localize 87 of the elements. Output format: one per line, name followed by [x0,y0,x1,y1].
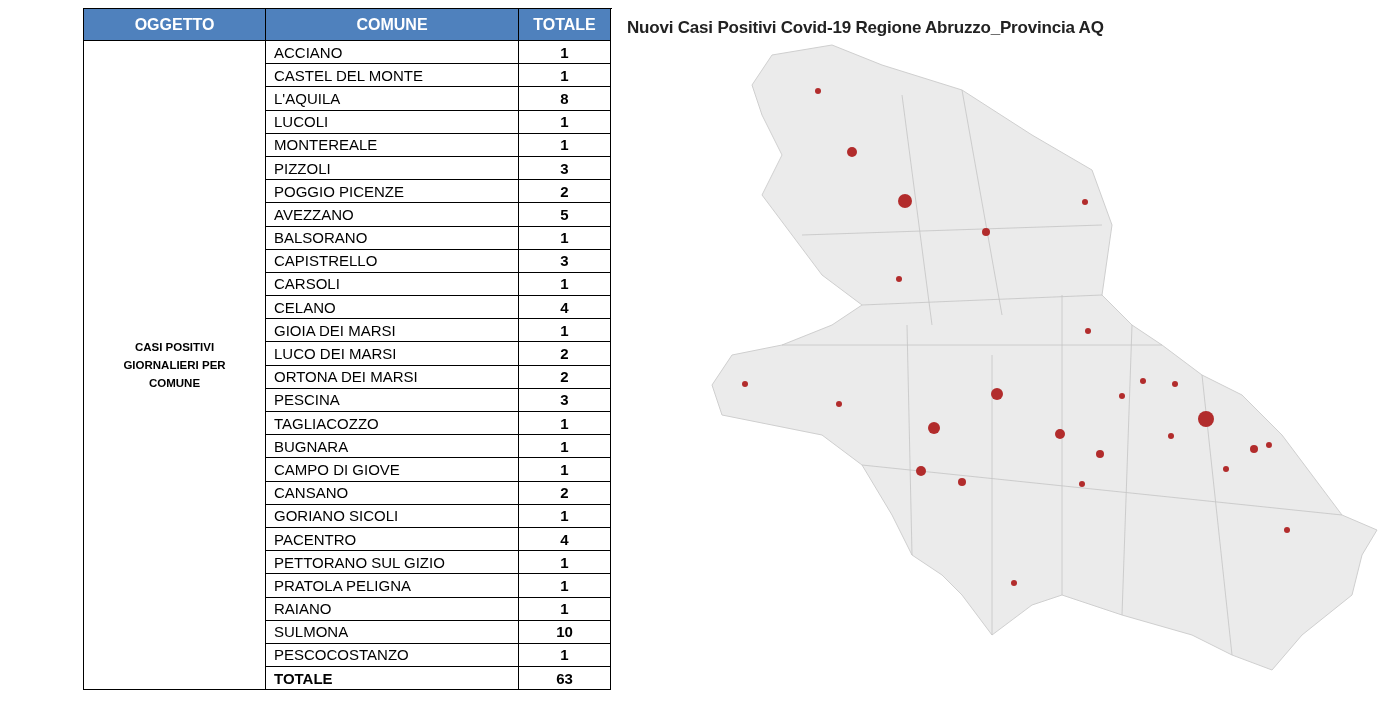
table-cell: 1 [519,226,611,250]
table-cell: LUCOLI [266,110,519,134]
table-cell: TOTALE [266,667,519,691]
case-marker [1223,466,1229,472]
table-cell: 1 [519,597,611,621]
table-cell: 2 [519,180,611,204]
column-header: COMUNE [266,9,519,41]
table-cell: PIZZOLI [266,156,519,181]
table-cell: CELANO [266,296,519,320]
case-marker [982,228,990,236]
table-cell: POGGIO PICENZE [266,180,519,204]
case-marker [1079,481,1085,487]
case-marker [1085,328,1091,334]
table-cell: 10 [519,620,611,644]
table-cell: PETTORANO SUL GIZIO [266,551,519,575]
case-marker [742,381,748,387]
case-marker [896,276,902,282]
table-cell: TAGLIACOZZO [266,412,519,436]
table-cell: 2 [519,481,611,505]
table-cell: 63 [519,667,611,691]
table-cell: CAPISTRELLO [266,249,519,273]
table-cell: 1 [519,435,611,459]
case-marker [898,194,912,208]
table-cell: 1 [519,412,611,436]
table-cell: 5 [519,203,611,227]
case-marker [1172,381,1178,387]
table-cell: 2 [519,365,611,389]
table-cell: CARSOLI [266,272,519,297]
table-cell: 1 [519,551,611,575]
table-cell: CASTEL DEL MONTE [266,64,519,88]
case-marker [958,478,966,486]
case-marker [991,388,1003,400]
table-cell: GORIANO SICOLI [266,504,519,528]
table-cell: RAIANO [266,597,519,621]
table-cell: PACENTRO [266,527,519,552]
table-cell: 1 [519,272,611,297]
case-marker [1198,411,1214,427]
table-cell: 1 [519,133,611,157]
table-cell: 3 [519,249,611,273]
table-cell: 3 [519,388,611,412]
table-cell: 2 [519,342,611,366]
table-cell: 1 [519,110,611,134]
case-marker [847,147,857,157]
table-cell: ORTONA DEI MARSI [266,365,519,389]
case-marker [928,422,940,434]
case-marker [1055,429,1065,439]
table-cell: LUCO DEI MARSI [266,342,519,366]
table-cell: BUGNARA [266,435,519,459]
case-marker [1250,445,1258,453]
table-cell: 1 [519,458,611,482]
table-cell: PRATOLA PELIGNA [266,574,519,598]
table-cell: 1 [519,41,611,65]
case-marker [1011,580,1017,586]
table-cell: 8 [519,87,611,111]
case-marker [1284,527,1290,533]
subject-label: CASI POSITIVI GIORNALIERI PER COMUNE [122,339,227,392]
case-marker [1266,442,1272,448]
table-cell: CANSANO [266,481,519,505]
column-header: OGGETTO [84,9,266,41]
table-cell: 1 [519,64,611,88]
table-cell: MONTEREALE [266,133,519,157]
table-cell: 1 [519,504,611,528]
table-cell: 1 [519,643,611,668]
map-title: Nuovi Casi Positivi Covid-19 Regione Abruzzo_Provincia AQ [627,18,1105,38]
table-cell: PESCOCOSTANZO [266,643,519,668]
case-marker [1119,393,1125,399]
column-header: TOTALE [519,9,611,41]
table-cell: ACCIANO [266,41,519,65]
table-cell: 1 [519,319,611,343]
table-cell: SULMONA [266,620,519,644]
case-marker [916,466,926,476]
table-cell: BALSORANO [266,226,519,250]
table-cell: PESCINA [266,388,519,412]
table-cell: 3 [519,156,611,181]
table-cell: 1 [519,574,611,598]
table-cell: AVEZZANO [266,203,519,227]
table-cell: L'AQUILA [266,87,519,111]
table-cell: CAMPO DI GIOVE [266,458,519,482]
case-marker [1168,433,1174,439]
case-marker [1140,378,1146,384]
table-cell: 4 [519,527,611,552]
table-cell: GIOIA DEI MARSI [266,319,519,343]
case-marker [1096,450,1104,458]
case-marker [836,401,842,407]
case-marker [815,88,821,94]
case-marker [1082,199,1088,205]
table-cell: 4 [519,296,611,320]
